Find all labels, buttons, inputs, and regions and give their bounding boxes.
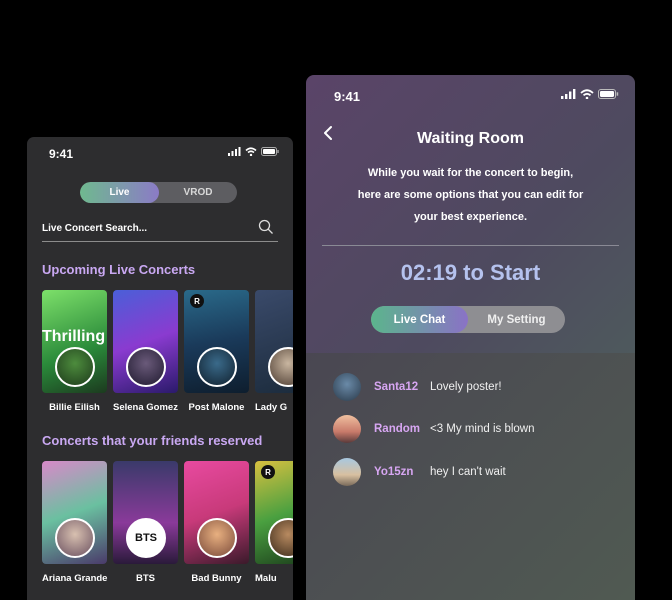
artist-avatar [197,347,237,387]
concert-poster: R [184,290,249,393]
artist-name: Billie Eilish [49,402,100,413]
concert-poster [255,290,293,393]
artist-name: Ariana Grande [42,573,108,584]
countdown-timer: 02:19 to Start [400,260,541,285]
concert-card-bts[interactable]: BTS BTS [113,461,178,584]
chat-text: hey I can't wait [430,466,506,478]
toggle-vrod[interactable]: VROD [159,182,237,203]
poster-logo-badge: R [261,465,275,479]
artist-avatar [55,347,95,387]
waiting-room-screen: 9:41 Waiting Room While you wait for the… [306,75,635,600]
chat-setting-tabs: Live Chat My Setting [371,306,565,333]
concert-card-billie-eilish[interactable]: Thrilling Billie Eilish [42,290,107,413]
artist-avatar [55,518,95,558]
battery-icon [261,147,279,156]
concert-poster: Thrilling [42,290,107,393]
reserved-section-title: Concerts that your friends reserved [42,433,263,448]
chat-username[interactable]: Random [361,423,430,435]
concert-poster [42,461,107,564]
artist-avatar [268,518,293,558]
concert-card-ariana-grande[interactable]: Ariana Grande [42,461,107,584]
description-line: your best experience. [413,211,528,223]
description-line: here are some options that you can edit … [357,189,584,201]
wifi-icon [245,147,257,156]
concert-card-post-malone[interactable]: R Post Malone [184,290,249,413]
chat-text: <3 My mind is blown [430,423,535,435]
concert-card-lady-gaga[interactable]: Lady G [255,290,293,413]
live-vrod-toggle: Live VROD [80,182,237,203]
status-time: 9:41 [334,89,361,104]
artist-avatar [268,347,293,387]
reserved-concerts-row: Ariana Grande BTS BTS Bad Bunny R Malu [42,461,293,584]
upcoming-section-title: Upcoming Live Concerts [42,262,196,277]
concert-search-input[interactable]: Live Concert Search... [42,218,278,242]
chat-message: Yo15zn hey I can't wait [333,458,506,486]
chat-username[interactable]: Yo15zn [361,466,430,478]
concert-card-maluma[interactable]: R Malu [255,461,293,584]
concert-browse-screen: 9:41 Live VROD Live Concert Search... Up… [27,137,293,600]
search-icon[interactable] [258,219,274,235]
concert-card-selena-gomez[interactable]: Selena Gomez [113,290,178,413]
signal-icon [228,147,241,156]
concert-card-bad-bunny[interactable]: Bad Bunny [184,461,249,584]
chat-message: Santa12 Lovely poster! [333,373,502,401]
concert-poster: BTS [113,461,178,564]
concert-poster: R [255,461,293,564]
page-title: Waiting Room [417,130,524,147]
user-avatar[interactable] [333,373,361,401]
chat-text: Lovely poster! [430,381,502,393]
artist-name: Lady G [255,402,288,413]
upcoming-concerts-row: Thrilling Billie Eilish Selena Gomez R P… [42,290,293,413]
artist-name: Malu [255,573,277,584]
chat-message: Random <3 My mind is blown [333,415,535,443]
poster-logo-badge: R [190,294,204,308]
user-avatar[interactable] [333,458,361,486]
artist-avatar [197,518,237,558]
artist-name: BTS [136,573,155,584]
concert-poster [113,290,178,393]
artist-name: Post Malone [188,402,245,413]
status-time: 9:41 [49,147,74,161]
live-chat-panel: Santa12 Lovely poster! Random <3 My mind… [306,353,635,600]
waiting-room-description: While you wait for the concert to begin,… [326,162,615,228]
signal-icon [561,89,576,99]
search-placeholder: Live Concert Search... [42,223,148,234]
status-bar: 9:41 [27,147,293,161]
artist-avatar [126,347,166,387]
tab-my-setting[interactable]: My Setting [468,306,565,333]
description-line: While you wait for the concert to begin, [367,167,574,179]
poster-title: Thrilling [42,328,106,345]
artist-name: Selena Gomez [113,402,178,413]
status-bar: 9:41 [306,89,635,104]
toggle-live[interactable]: Live [80,182,159,203]
artist-name: Bad Bunny [191,573,242,584]
tab-live-chat[interactable]: Live Chat [371,306,468,333]
battery-icon [598,89,619,99]
artist-avatar: BTS [126,518,166,558]
divider [322,245,619,246]
user-avatar[interactable] [333,415,361,443]
concert-poster [184,461,249,564]
chat-username[interactable]: Santa12 [361,381,430,393]
wifi-icon [580,89,594,99]
